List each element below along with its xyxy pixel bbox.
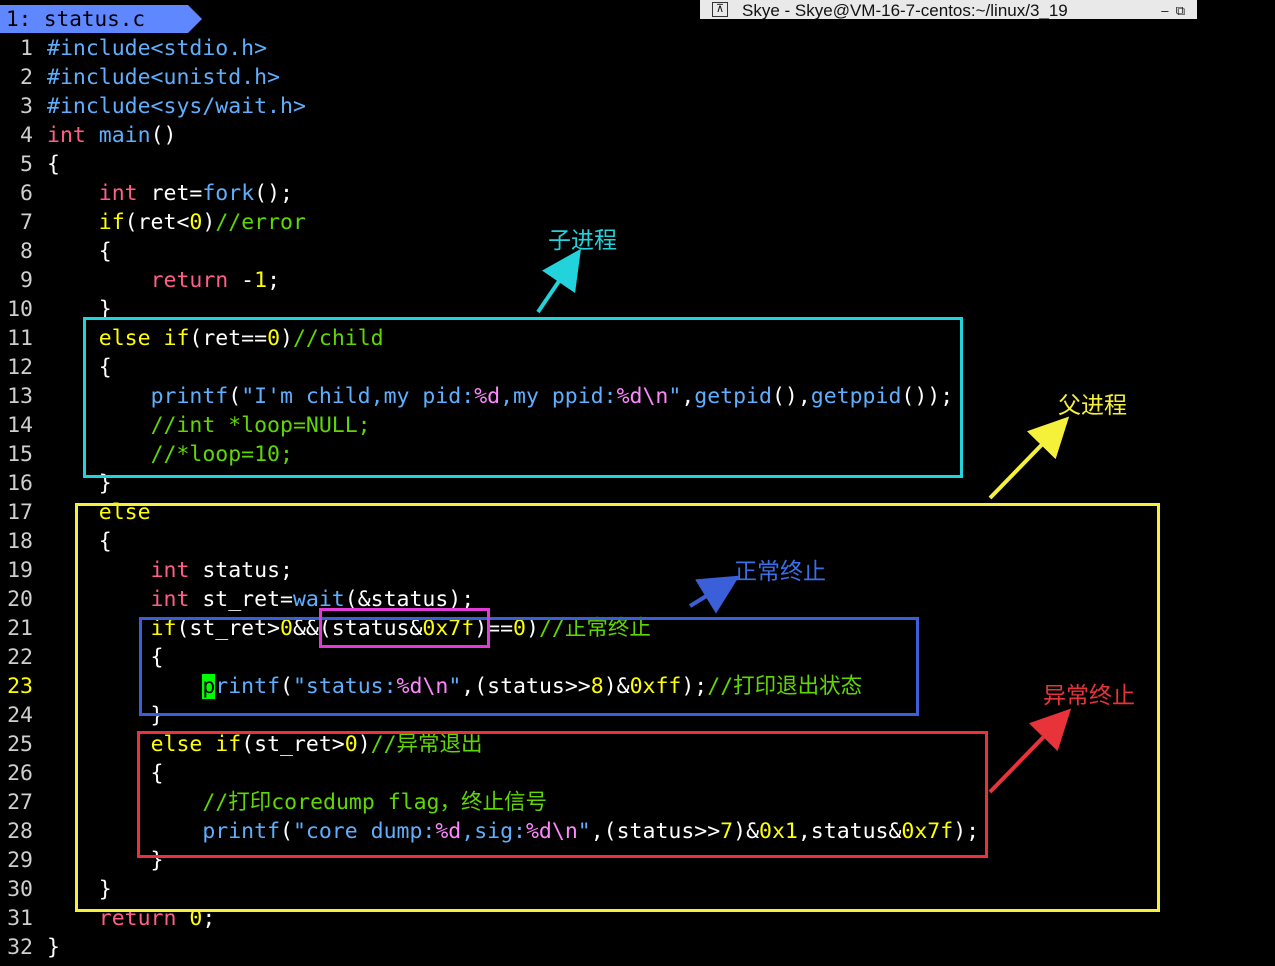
parent-process-label: 父进程	[1058, 393, 1127, 419]
normal-exit-label: 正常终止	[734, 559, 826, 585]
window-controls[interactable]: – ⧉	[1161, 0, 1185, 19]
line-number: 23	[7, 674, 33, 699]
line-number: 14	[7, 413, 33, 438]
line-number: 24	[7, 703, 33, 728]
tab-status-c[interactable]: 1: status.c	[0, 5, 202, 33]
code-line[interactable]: 1 #include<stdio.h>	[0, 34, 1275, 63]
line-text[interactable]: {	[47, 237, 112, 266]
line-number: 27	[7, 790, 33, 815]
code-line[interactable]: 4 int main()	[0, 121, 1275, 150]
line-number: 17	[7, 500, 33, 525]
line-number: 22	[7, 645, 33, 670]
status-mask-highlight-box	[319, 608, 490, 648]
line-number: 31	[7, 906, 33, 931]
line-number: 8	[20, 239, 33, 264]
line-number: 7	[20, 210, 33, 235]
line-number: 32	[7, 935, 33, 960]
line-number: 15	[7, 442, 33, 467]
line-text[interactable]: if(ret<0)//error	[47, 208, 306, 237]
line-number: 4	[20, 123, 33, 148]
line-text[interactable]: #include<stdio.h>	[47, 34, 267, 63]
line-number: 16	[7, 471, 33, 496]
line-number: 9	[20, 268, 33, 293]
code-line[interactable]: 3 #include<sys/wait.h>	[0, 92, 1275, 121]
line-text[interactable]: return -1;	[47, 266, 280, 295]
line-number: 18	[7, 529, 33, 554]
abnormal-exit-box	[137, 731, 988, 858]
line-number: 6	[20, 181, 33, 206]
child-process-box	[83, 317, 963, 478]
line-text[interactable]: #include<sys/wait.h>	[47, 92, 306, 121]
normal-exit-box	[139, 617, 919, 716]
line-number: 29	[7, 848, 33, 873]
window-titlebar: ⊼ Skye - Skye@VM-16-7-centos:~/linux/3_19…	[700, 0, 1197, 19]
line-number: 26	[7, 761, 33, 786]
line-text[interactable]: }	[47, 933, 60, 962]
line-number: 11	[7, 326, 33, 351]
line-text[interactable]: {	[47, 150, 60, 179]
child-process-label: 子进程	[548, 228, 617, 254]
line-number: 25	[7, 732, 33, 757]
line-text[interactable]: #include<unistd.h>	[47, 63, 280, 92]
line-number: 2	[20, 65, 33, 90]
code-line[interactable]: 8 {	[0, 237, 1275, 266]
code-line[interactable]: 6 int ret=fork();	[0, 179, 1275, 208]
line-text[interactable]: int main()	[47, 121, 176, 150]
code-line[interactable]: 7 if(ret<0)//error	[0, 208, 1275, 237]
code-line[interactable]: 32}	[0, 933, 1275, 962]
line-number: 5	[20, 152, 33, 177]
line-number: 19	[7, 558, 33, 583]
line-text[interactable]: int ret=fork();	[47, 179, 293, 208]
code-line[interactable]: 5{	[0, 150, 1275, 179]
line-number: 1	[20, 36, 33, 61]
code-line[interactable]: 2 #include<unistd.h>	[0, 63, 1275, 92]
abnormal-exit-label: 异常终止	[1043, 683, 1135, 709]
line-number: 12	[7, 355, 33, 380]
pin-icon[interactable]: ⊼	[712, 2, 728, 17]
window-title: Skye - Skye@VM-16-7-centos:~/linux/3_19	[742, 1, 1068, 19]
code-line[interactable]: 9 return -1;	[0, 266, 1275, 295]
line-number: 13	[7, 384, 33, 409]
line-number: 30	[7, 877, 33, 902]
line-number: 10	[7, 297, 33, 322]
line-number: 21	[7, 616, 33, 641]
line-number: 28	[7, 819, 33, 844]
line-number: 3	[20, 94, 33, 119]
line-number: 20	[7, 587, 33, 612]
